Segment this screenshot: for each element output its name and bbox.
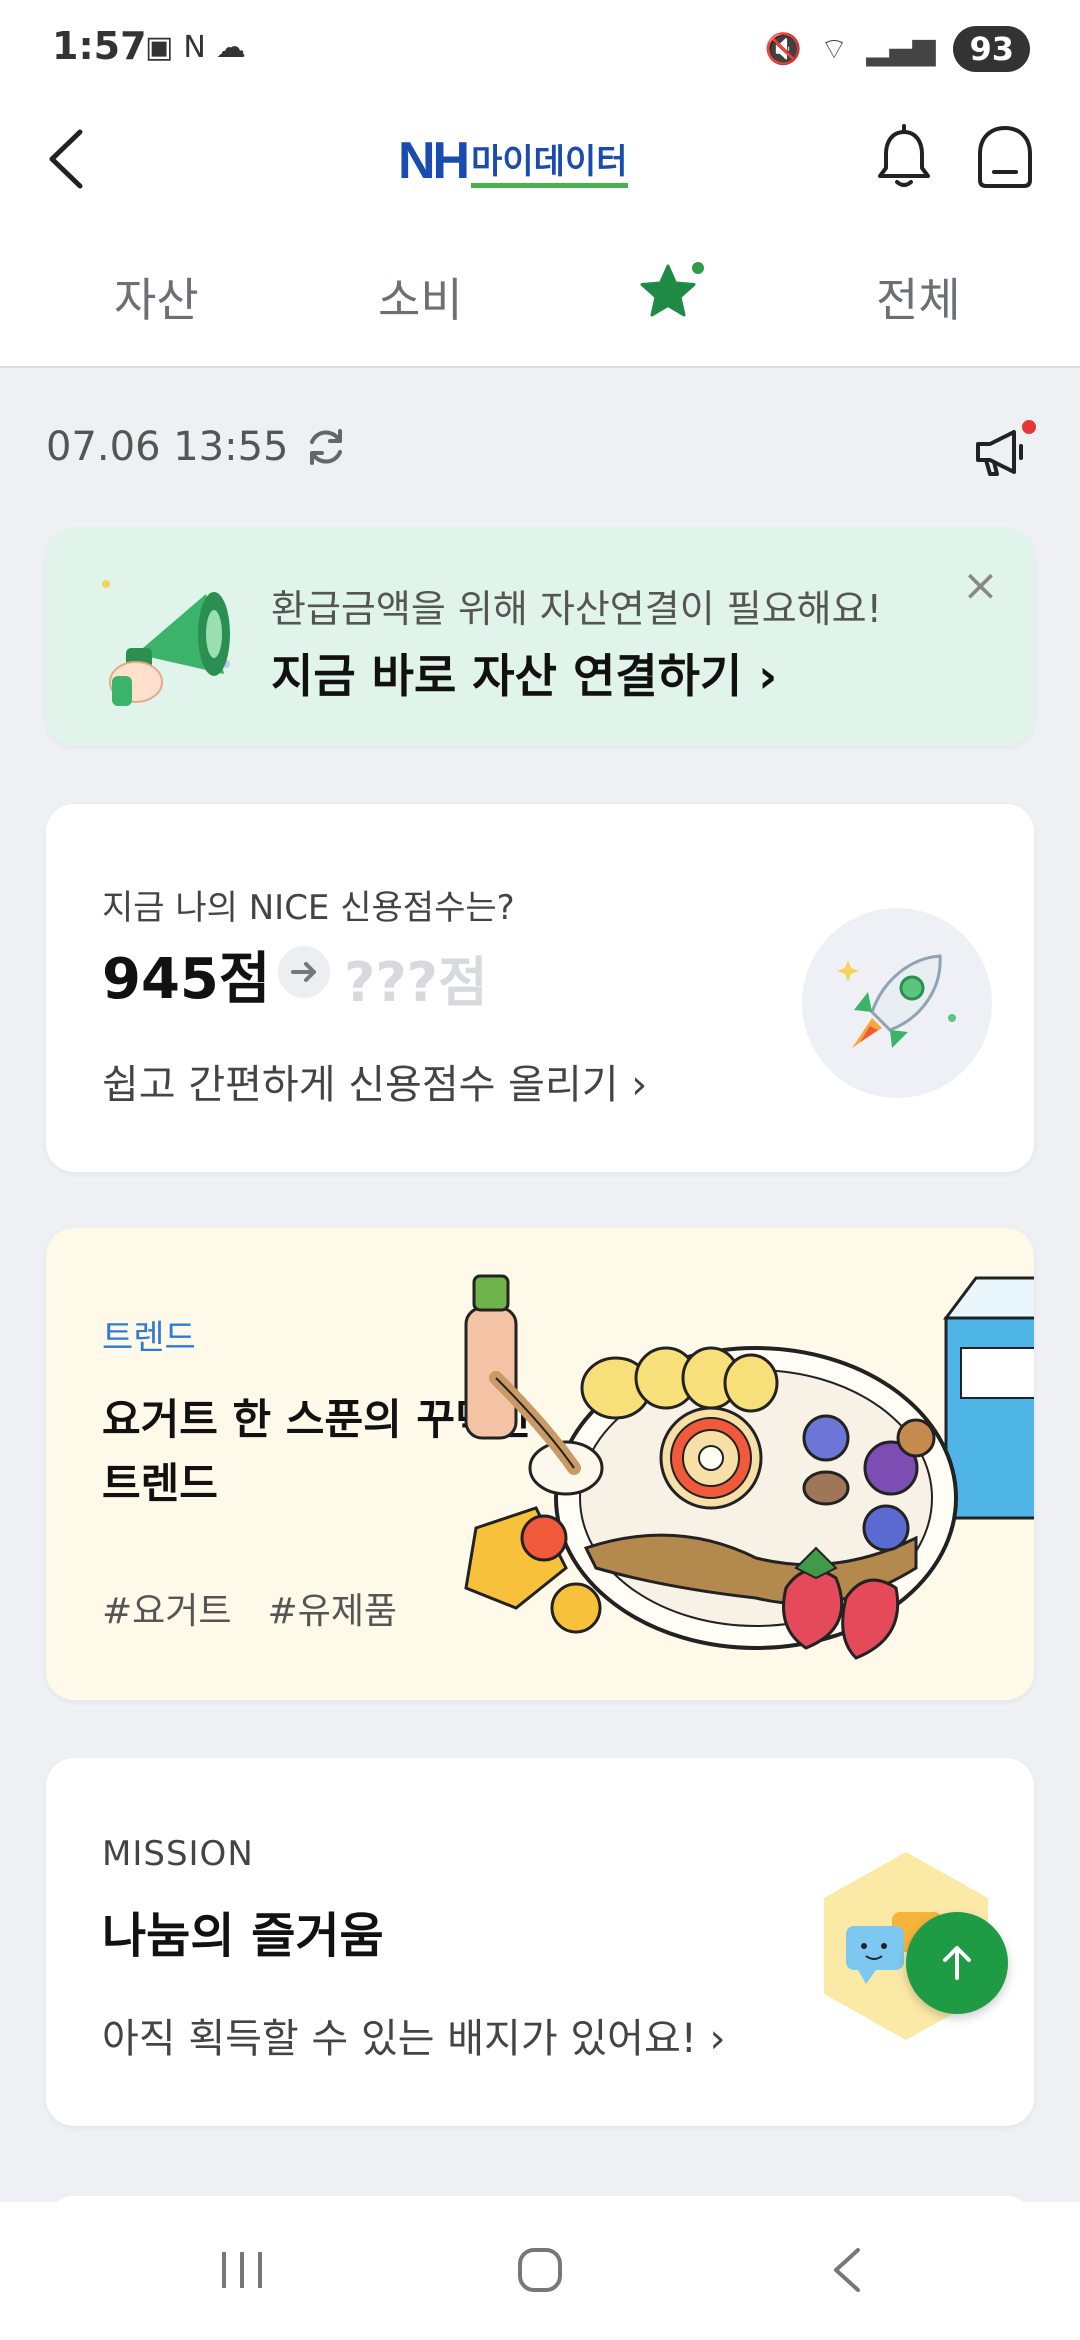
mission-title: 나눔의 즐거움: [102, 1908, 384, 1964]
mute-icon: 🔇: [764, 31, 803, 67]
screenshot-icon: ▣: [145, 30, 174, 65]
nh-mydata-logo: NH 마이데이터: [398, 132, 628, 190]
trend-hashtags: #요거트 #유제품: [102, 1582, 397, 1634]
megaphone-icon[interactable]: [970, 422, 1030, 482]
updated-row: 07.06 13:55: [46, 424, 349, 470]
tab-assets[interactable]: 자산: [114, 264, 199, 330]
tab-spending[interactable]: 소비: [378, 264, 463, 330]
tab-all[interactable]: 전체: [876, 264, 961, 330]
status-time: 1:57: [52, 24, 147, 68]
connect-assets-banner[interactable]: 환급금액을 위해 자산연결이 필요해요! 지금 바로 자산 연결하기 › ×: [46, 528, 1034, 746]
recent-apps-icon[interactable]: [212, 2242, 272, 2298]
megaphone-illustration: [102, 580, 230, 706]
mission-badge-link[interactable]: 아직 획득할 수 있는 배지가 있어요! ›: [102, 2006, 726, 2064]
banner-subtitle: 환급금액을 위해 자산연결이 필요해요!: [271, 587, 882, 631]
home-icon[interactable]: [512, 2242, 568, 2298]
status-bar: 1:57 ▣ N ☁ 🔇 ⌔ ▂▄▆ 93: [0, 0, 1080, 100]
logo-mydata-text: 마이데이터: [471, 134, 628, 188]
close-icon[interactable]: ×: [962, 560, 999, 611]
nav-back-icon[interactable]: [822, 2242, 872, 2298]
system-navigation-bar: [0, 2202, 1080, 2340]
mission-tag: MISSION: [102, 1834, 254, 1874]
nfc-icon: N: [183, 30, 206, 65]
notice-dot: [1022, 420, 1036, 434]
rocket-icon: [802, 908, 992, 1098]
inbox-icon[interactable]: [972, 122, 1038, 192]
wifi-icon: ⌔: [820, 32, 849, 67]
status-left-icons: ▣ N ☁: [145, 30, 246, 65]
scroll-top-button[interactable]: [906, 1912, 1008, 2014]
tab-bar: 자산 소비 전체: [0, 230, 1080, 368]
cloud-icon: ☁: [215, 30, 246, 65]
back-icon[interactable]: [38, 124, 98, 194]
credit-score-card[interactable]: 지금 나의 NICE 신용점수는? 945점 ???점 쉽고 간편하게 신용점수…: [46, 804, 1034, 1172]
updated-datetime: 07.06 13:55: [46, 424, 289, 470]
credit-question: 지금 나의 NICE 신용점수는?: [102, 888, 515, 928]
target-score: ???점: [344, 951, 488, 1014]
trend-card[interactable]: 트렌드 요거트 한 스푼의 꾸덕한 트렌드 #요거트 #유제품: [46, 1228, 1034, 1700]
app-header: NH 마이데이터: [0, 100, 1080, 230]
hashtag[interactable]: #요거트: [102, 1582, 232, 1634]
hashtag[interactable]: #유제품: [268, 1582, 398, 1634]
banner-title[interactable]: 지금 바로 자산 연결하기 ›: [271, 640, 777, 706]
yogurt-bowl-illustration: [464, 1274, 1034, 1660]
logo-nh-text: NH: [398, 132, 470, 190]
mission-card[interactable]: MISSION 나눔의 즐거움 아직 획득할 수 있는 배지가 있어요! ›: [46, 1758, 1034, 2126]
star-icon[interactable]: [636, 260, 700, 324]
refresh-icon[interactable]: [303, 424, 349, 470]
raise-score-link[interactable]: 쉽고 간편하게 신용점수 올리기 ›: [102, 1052, 647, 1110]
status-right-icons: 🔇 ⌔ ▂▄▆ 93: [765, 26, 1030, 72]
credit-score: 945점: [102, 947, 271, 1012]
bell-icon[interactable]: [872, 122, 936, 192]
signal-icon: ▂▄▆: [866, 31, 936, 67]
arrow-right-icon: [278, 946, 330, 998]
trend-tag: 트렌드: [102, 1318, 196, 1358]
battery-badge: 93: [953, 26, 1030, 72]
arrow-up-icon: [943, 1946, 971, 1980]
tab-new-dot: [692, 262, 704, 274]
